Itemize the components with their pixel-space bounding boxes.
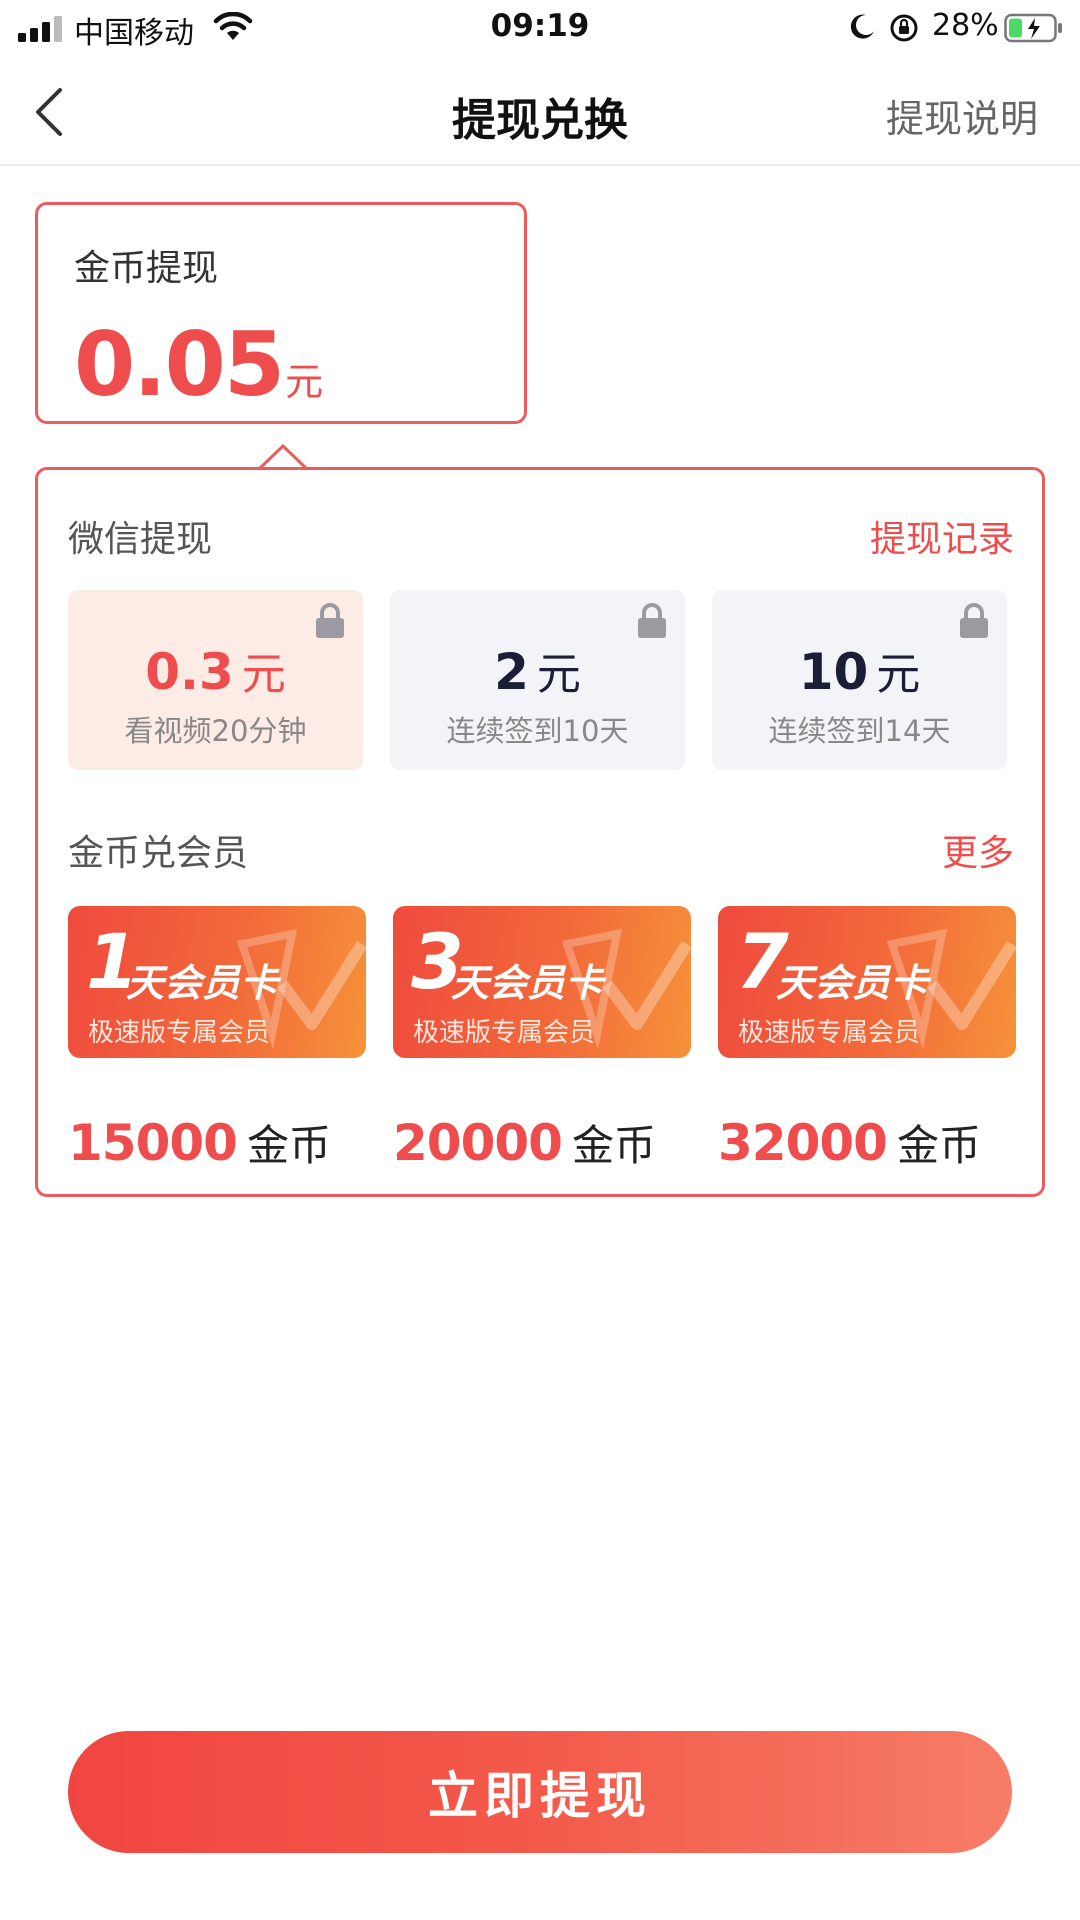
withdraw-option[interactable]: 2元 连续签到10天 [390, 590, 685, 770]
lock-icon [638, 603, 666, 638]
wechat-withdraw-title: 微信提现 [68, 519, 213, 560]
battery-percent: 28% [932, 8, 999, 43]
withdraw-panel: 微信提现 提现记录 0.3 元 看视频20分钟 2元 连续签到10天 10 元 连续… [35, 467, 1045, 1197]
vip-price-value: 32000 [718, 1114, 888, 1172]
option-amount: 10 元 [712, 638, 1007, 702]
vip-card-name: 天会员卡 [451, 961, 604, 1005]
option-value: 10 [798, 643, 869, 701]
vip-price-currency: 金币 [246, 1121, 331, 1170]
vip-card[interactable]: 7 天会员卡 极速版专属会员 [718, 906, 1016, 1058]
vip-card-subtitle: 极速版专属会员 [413, 1018, 596, 1048]
vip-price-value: 15000 [68, 1114, 238, 1172]
option-unit: 元 [241, 649, 286, 700]
vip-card[interactable]: 1 天会员卡 极速版专属会员 [68, 906, 366, 1058]
lock-icon [960, 603, 988, 638]
vip-price-currency: 金币 [571, 1121, 656, 1170]
withdraw-history-link[interactable]: 提现记录 [870, 510, 1014, 562]
withdraw-now-button[interactable]: 立即提现 [68, 1731, 1012, 1853]
withdraw-option[interactable]: 10 元 连续签到14天 [712, 590, 1007, 770]
balance-label: 金币提现 [74, 248, 219, 289]
rotation-lock-icon [890, 14, 918, 42]
vip-price: 32000 金币 [718, 1112, 981, 1173]
vip-card-name: 天会员卡 [776, 961, 929, 1005]
option-unit: 元 [536, 649, 581, 700]
more-link[interactable]: 更多 [942, 824, 1014, 876]
option-value: 2 [494, 643, 529, 701]
lock-icon [316, 603, 344, 638]
vip-card-name: 天会员卡 [126, 961, 279, 1005]
option-condition: 看视频20分钟 [124, 714, 307, 748]
vip-exchange-title: 金币兑会员 [68, 833, 249, 874]
option-condition: 连续签到14天 [768, 714, 951, 748]
option-amount: 2元 [390, 638, 685, 702]
moon-icon [850, 14, 874, 39]
battery-icon [1004, 13, 1062, 43]
coin-balance-card[interactable]: 金币提现 0.05元 [35, 202, 527, 424]
balance-amount: 0.05元 [74, 313, 323, 416]
balance-unit: 元 [285, 360, 323, 404]
option-amount: 0.3 元 [68, 638, 363, 702]
vip-card-subtitle: 极速版专属会员 [88, 1018, 271, 1048]
vip-price: 20000 金币 [393, 1112, 656, 1173]
nav-bar: 提现兑换 提现说明 [0, 56, 1080, 166]
withdraw-instructions-link[interactable]: 提现说明 [886, 88, 1038, 143]
vip-card[interactable]: 3 天会员卡 极速版专属会员 [393, 906, 691, 1058]
vip-card-subtitle: 极速版专属会员 [738, 1018, 921, 1048]
balance-number: 0.05 [74, 313, 285, 416]
option-value: 0.3 [145, 643, 234, 701]
vip-price-value: 20000 [393, 1114, 563, 1172]
status-bar: 中国移动 09:19 28% [0, 0, 1080, 56]
vip-price: 15000 金币 [68, 1112, 331, 1173]
option-condition: 连续签到10天 [446, 714, 629, 748]
vip-price-currency: 金币 [896, 1121, 981, 1170]
withdraw-option[interactable]: 0.3 元 看视频20分钟 [68, 590, 363, 770]
option-unit: 元 [876, 649, 921, 700]
